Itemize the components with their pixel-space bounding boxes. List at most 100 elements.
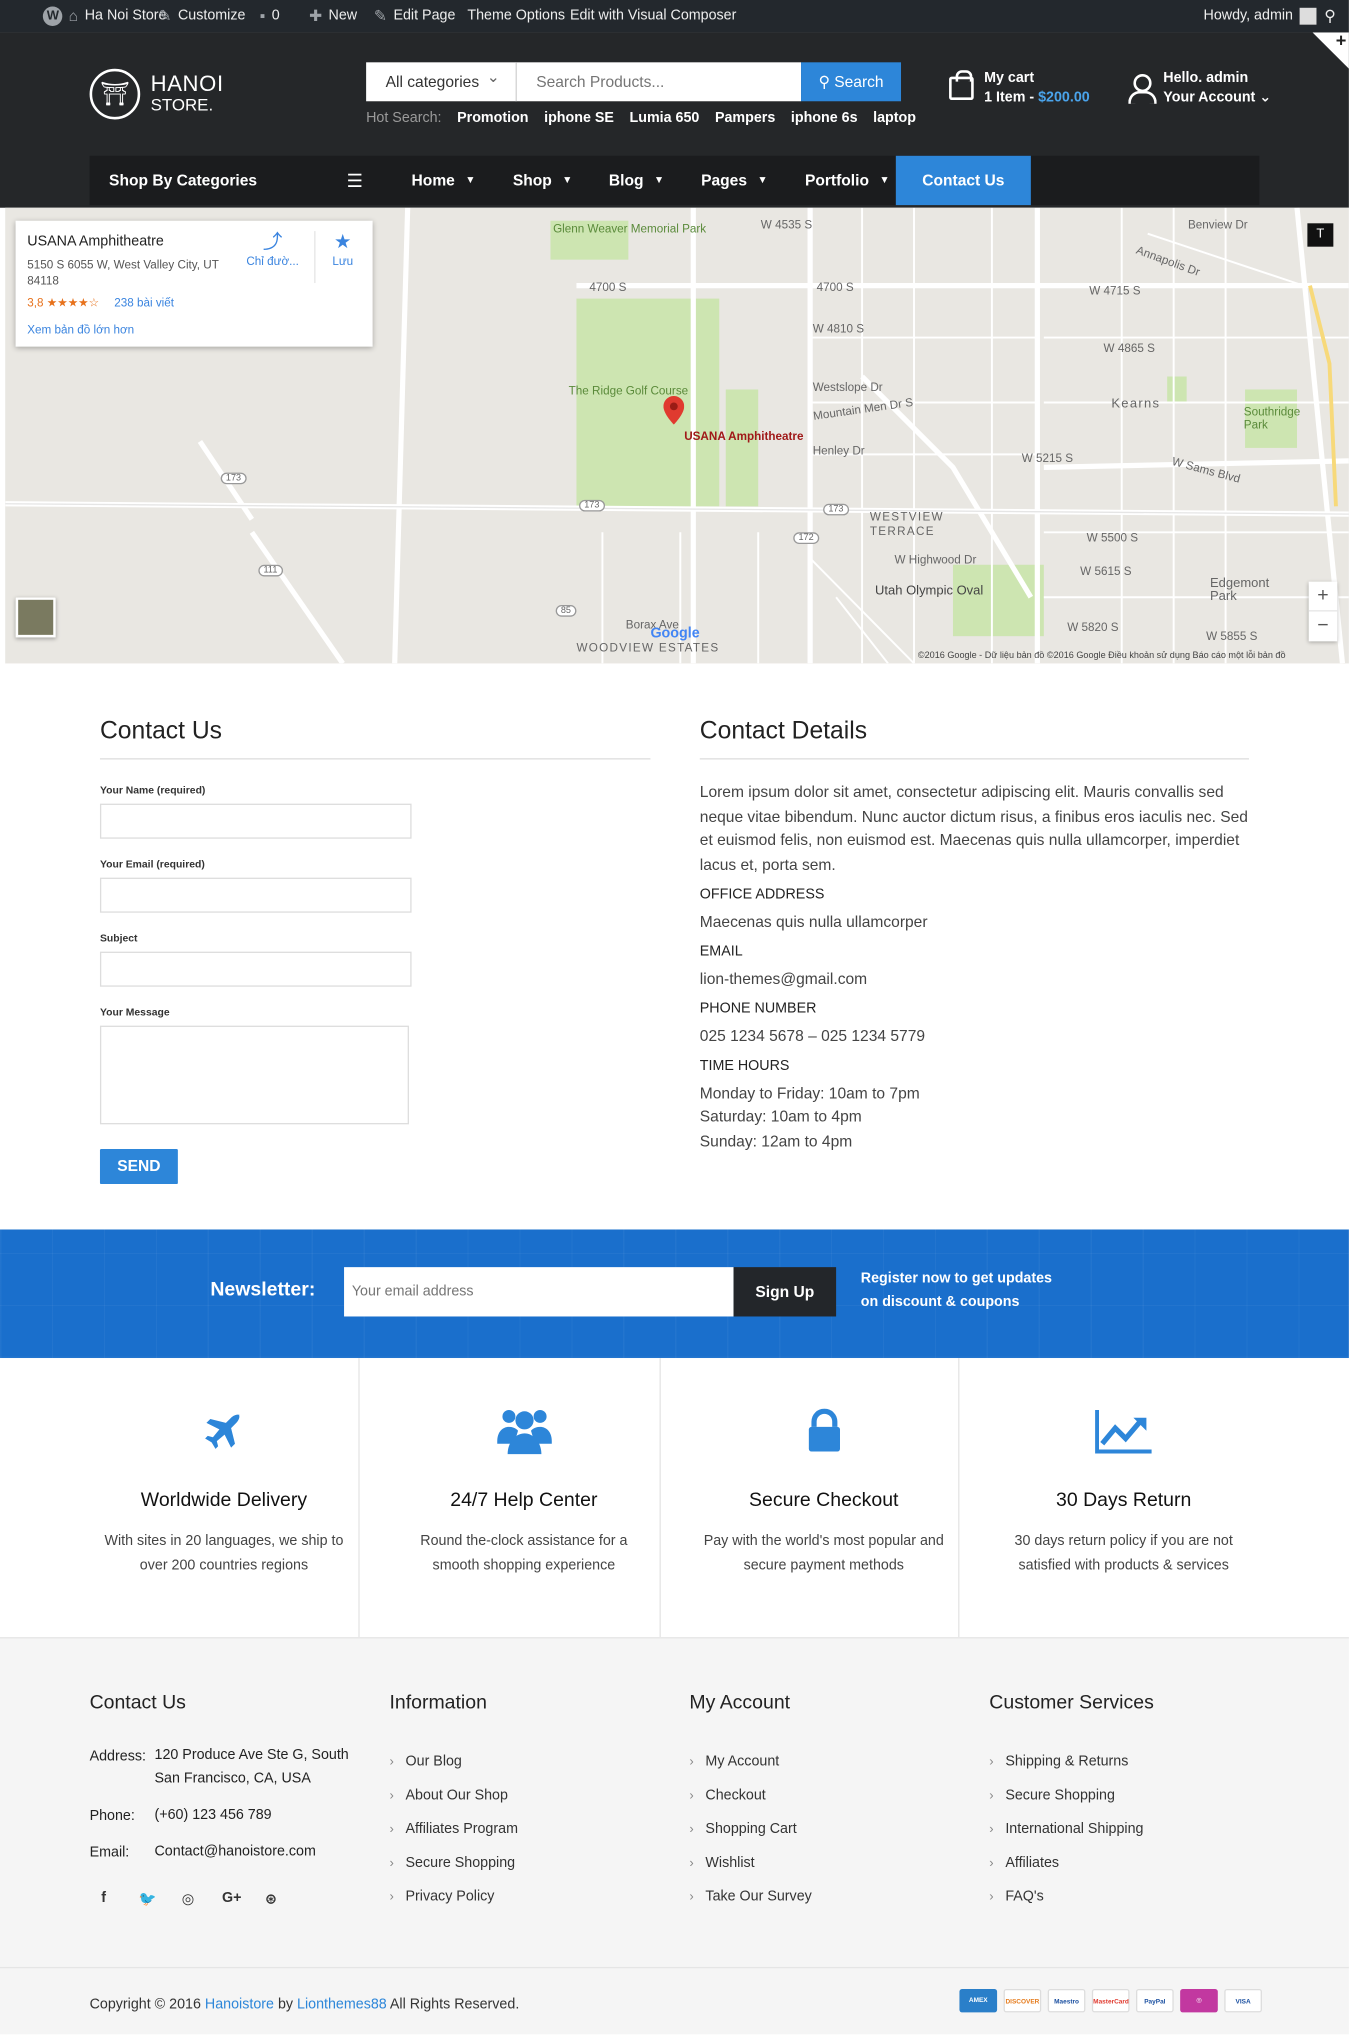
hot-keyword[interactable]: laptop: [873, 110, 916, 126]
place-address: 5150 S 6055 W, West Valley City, UT 8411…: [27, 258, 219, 287]
copyright-brand-link[interactable]: Hanoistore: [205, 1997, 274, 2013]
nav-item-blog[interactable]: Blog ▼: [609, 156, 664, 208]
admin-new-link[interactable]: ✚ New: [309, 0, 357, 32]
save-button[interactable]: ★ Lưu: [327, 231, 358, 267]
newsletter-email-input[interactable]: [344, 1267, 734, 1317]
footer-link[interactable]: › Take Our Survey: [689, 1889, 811, 1905]
newsletter-label: Newsletter:: [210, 1278, 316, 1301]
hot-keyword[interactable]: iphone 6s: [791, 110, 858, 126]
discover-icon: DISCOVER: [1003, 1988, 1042, 2013]
contact-intro: Lorem ipsum dolor sit amet, consectetur …: [699, 782, 1248, 874]
account-label: Your Account: [1163, 89, 1256, 106]
map-label: W 4715 S: [1089, 284, 1141, 298]
map-label: Utah Olympic Oval: [875, 584, 984, 599]
map-pin-icon[interactable]: [663, 395, 685, 425]
name-field[interactable]: [99, 803, 412, 839]
map-label: WESTVIEW TERRACE: [869, 510, 944, 538]
copyright-author-link[interactable]: Lionthemes88: [297, 1997, 387, 2013]
facebook-icon[interactable]: f: [101, 1890, 106, 1906]
admin-edit-page-link[interactable]: ✎ Edit Page: [374, 0, 455, 32]
account-menu[interactable]: Hello. admin Your Account ⌄: [1128, 69, 1271, 108]
nav-item-pages[interactable]: Pages ▼: [701, 156, 768, 208]
place-rating: 3,8 ★★★★☆: [27, 296, 100, 309]
footer-link[interactable]: › Shopping Cart: [689, 1822, 796, 1838]
hot-keyword[interactable]: Lumia 650: [630, 110, 700, 126]
map-label: W 5820 S: [1067, 620, 1119, 634]
send-button[interactable]: SEND: [99, 1148, 178, 1185]
map-label: Kearns: [1111, 397, 1161, 412]
zoom-in-button[interactable]: +: [1308, 582, 1338, 612]
footer-link[interactable]: › Wishlist: [689, 1855, 754, 1871]
feature-desc: With sites in 20 languages, we ship to o…: [104, 1533, 344, 1573]
instagram-icon[interactable]: ◎: [182, 1890, 194, 1908]
hot-keyword[interactable]: Pampers: [715, 110, 775, 126]
footer-link[interactable]: › Secure Shopping: [989, 1788, 1115, 1804]
google-plus-icon[interactable]: G+: [222, 1890, 241, 1906]
caret-down-icon: ▼: [653, 173, 665, 186]
mastercard-icon: MasterCard: [1091, 1988, 1130, 2013]
footer-link[interactable]: › My Account: [689, 1754, 779, 1770]
nav-item-contact[interactable]: Contact Us: [895, 155, 1031, 206]
footer-link-label: My Account: [705, 1754, 780, 1770]
hot-keyword[interactable]: Promotion: [457, 110, 528, 126]
subject-field[interactable]: [99, 951, 412, 987]
nav-item-home[interactable]: Home ▼: [412, 156, 476, 208]
footer-link[interactable]: › Affiliates Program: [389, 1822, 517, 1838]
admin-customize-link[interactable]: ✎ Customize: [158, 0, 245, 32]
highway-shield: 111: [258, 564, 283, 577]
payment-circle-icon: ◎: [1180, 1988, 1218, 2013]
satellite-toggle[interactable]: [15, 597, 56, 638]
footer-link-label: Our Blog: [405, 1754, 462, 1770]
message-textarea[interactable]: [99, 1025, 409, 1125]
hot-keyword[interactable]: iphone SE: [544, 110, 614, 126]
hamburger-icon[interactable]: ☰: [347, 156, 363, 205]
highway-shield: 173: [220, 472, 247, 485]
admin-comments-link[interactable]: ▪ 0: [260, 0, 280, 32]
footer-link-label: Shipping & Returns: [1005, 1754, 1129, 1770]
account-hello: Hello. admin: [1163, 70, 1249, 86]
footer-link[interactable]: › FAQ's: [989, 1889, 1043, 1905]
logo-line1: HANOI: [150, 70, 224, 96]
zoom-out-button[interactable]: −: [1309, 611, 1338, 640]
map-label: W 5500 S: [1086, 531, 1139, 544]
search-button[interactable]: ⚲ Search: [801, 62, 902, 102]
footer-link[interactable]: › Privacy Policy: [389, 1889, 494, 1905]
wordpress-icon[interactable]: [42, 6, 63, 26]
footer-link[interactable]: › Shipping & Returns: [989, 1754, 1128, 1770]
footer-link[interactable]: › Secure Shopping: [389, 1855, 515, 1871]
site-logo[interactable]: ⛩ HANOI STORE.: [89, 68, 224, 120]
search-icon: ⚲: [818, 72, 835, 91]
dribbble-icon[interactable]: ⊛: [265, 1890, 277, 1908]
footer-link[interactable]: › About Our Shop: [389, 1788, 507, 1804]
footer-link[interactable]: › Our Blog: [389, 1754, 461, 1770]
footer-email[interactable]: Contact@hanoistore.com: [154, 1840, 368, 1863]
email-field[interactable]: [99, 877, 412, 913]
admin-visual-composer-link[interactable]: Edit with Visual Composer: [570, 0, 736, 32]
twitter-icon[interactable]: 🐦: [139, 1890, 157, 1908]
nav-item-shop[interactable]: Shop ▼: [513, 156, 573, 208]
footer-link[interactable]: › Checkout: [689, 1788, 765, 1804]
search-input[interactable]: [516, 62, 802, 102]
category-select[interactable]: All categories: [366, 57, 517, 102]
google-map[interactable]: T Glenn Weaver Memorial Park The Ridge G…: [5, 207, 1349, 664]
contact-email: lion-themes@gmail.com: [699, 969, 868, 989]
admin-bar: ⌂Ha Noi Store ✎Customize ▪0 ✚New ✎Edit P…: [0, 0, 1349, 33]
admin-account-link[interactable]: Howdy, admin: [1204, 0, 1317, 32]
shop-by-categories[interactable]: Shop By Categories: [109, 156, 257, 205]
footer-link-label: Secure Shopping: [405, 1855, 516, 1871]
place-reviews-link[interactable]: 238 bài viết: [114, 296, 174, 309]
admin-site-label: Ha Noi Store: [84, 7, 167, 24]
nav-label: Home: [411, 171, 455, 190]
admin-theme-options-link[interactable]: Theme Options: [467, 0, 565, 32]
footer-link[interactable]: › International Shipping: [989, 1822, 1143, 1838]
footer-link[interactable]: › Affiliates: [989, 1855, 1059, 1871]
mini-cart[interactable]: My cart 1 Item - $200.00: [949, 69, 1090, 108]
admin-visual-composer-label: Edit with Visual Composer: [569, 7, 737, 24]
corner-plus-icon[interactable]: +: [1336, 30, 1347, 51]
nav-item-portfolio[interactable]: Portfolio ▼: [805, 156, 890, 208]
sign-up-button[interactable]: Sign Up: [733, 1267, 837, 1317]
admin-search-icon[interactable]: ⚲: [1324, 0, 1335, 32]
admin-site-link[interactable]: ⌂ Ha Noi Store: [42, 0, 167, 32]
directions-button[interactable]: ⤴ Chỉ đườ...: [244, 231, 301, 267]
larger-map-link[interactable]: Xem bản đồ lớn hơn: [27, 323, 134, 336]
